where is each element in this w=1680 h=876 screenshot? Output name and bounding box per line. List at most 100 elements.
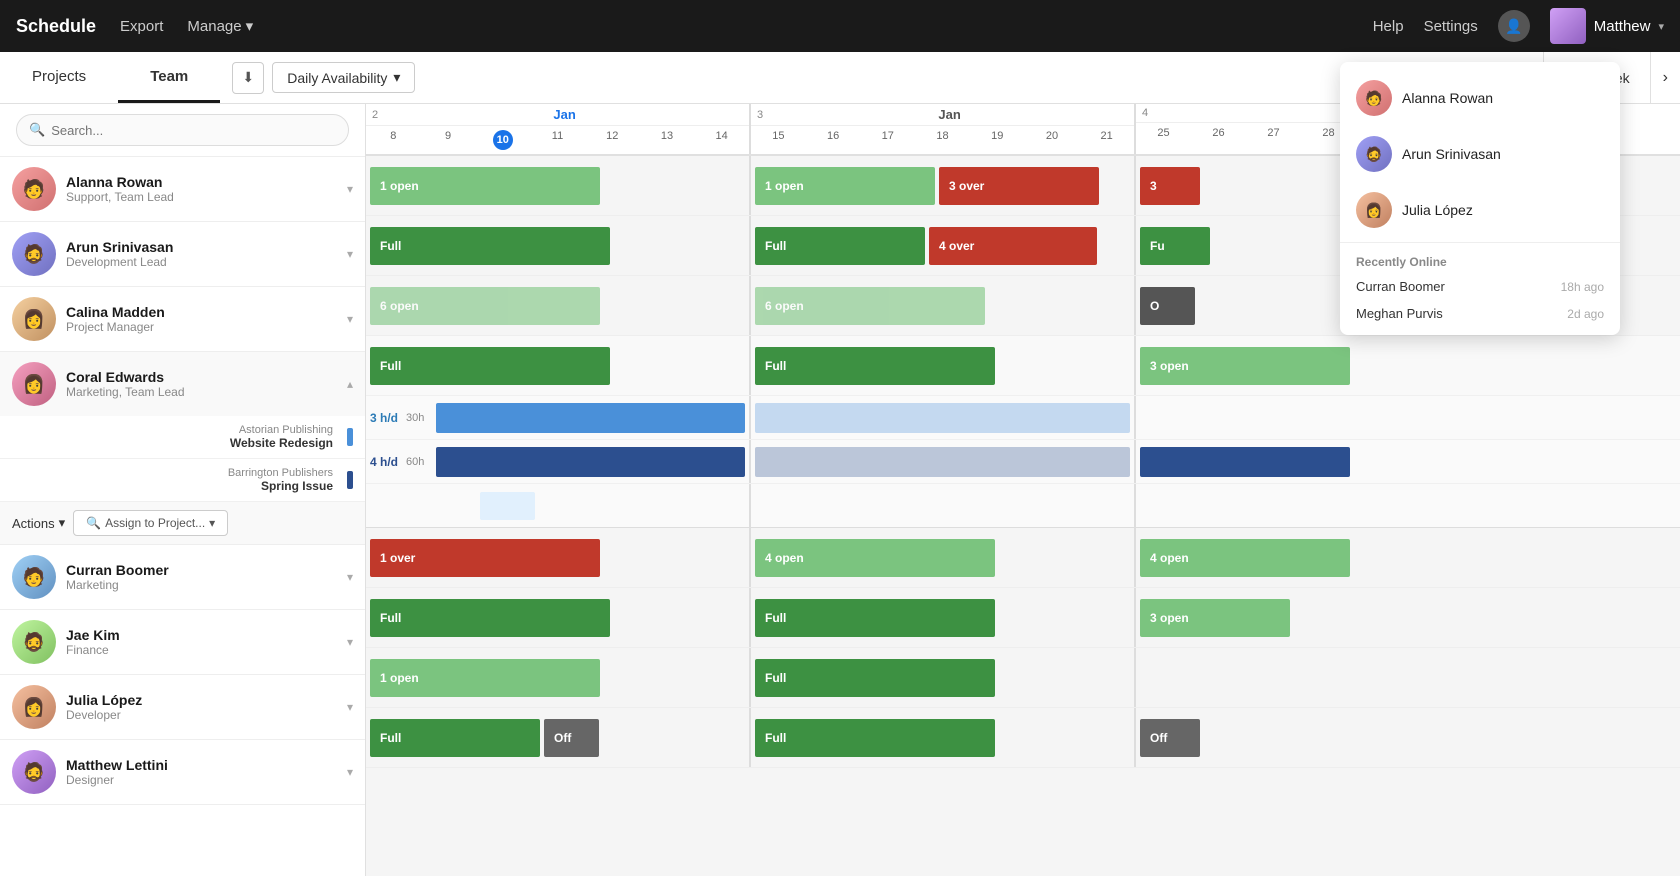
coral-avail-week2 [751, 484, 1136, 527]
dropdown-recent-curran[interactable]: Curran Boomer 18h ago [1340, 273, 1620, 300]
member-chevron-jae: ▾ [347, 635, 353, 649]
help-link[interactable]: Help [1373, 18, 1404, 35]
dropdown-avatar-arun: 🧔 [1356, 136, 1392, 172]
member-row-curran[interactable]: 🧑 Curran Boomer Marketing ▾ [0, 545, 365, 609]
dropdown-recent-meghan[interactable]: Meghan Purvis 2d ago [1340, 300, 1620, 327]
project-dot-2 [347, 471, 353, 489]
member-role-arun: Development Lead [66, 255, 337, 269]
actions-row: Actions ▾ 🔍 Assign to Project... ▾ [0, 502, 365, 544]
jae-week1: Full [366, 588, 751, 647]
member-row-alanna[interactable]: 🧑 Alanna Rowan Support, Team Lead ▾ [0, 157, 365, 221]
coral-w3-bar: 3 open [1140, 347, 1350, 385]
user-icon[interactable]: 👤 [1498, 10, 1530, 42]
avatar-alanna: 🧑 [12, 167, 56, 211]
dropdown-user-alanna[interactable]: 🧑 Alanna Rowan [1340, 70, 1620, 126]
matthew-w2-bar: Full [755, 719, 995, 757]
matthew-w1a-bar: Full [370, 719, 540, 757]
sub-nav-middle: ⬇ Daily Availability ▾ [220, 62, 427, 94]
member-row-calina[interactable]: 👩 Calina Madden Project Manager ▾ [0, 287, 365, 351]
member-chevron-calina: ▾ [347, 312, 353, 326]
member-info-calina: Calina Madden Project Manager [66, 304, 337, 334]
member-chevron-matthew: ▾ [347, 765, 353, 779]
coral-website-w1-label: 3 h/d [370, 411, 398, 425]
avatar-jae: 🧔 [12, 620, 56, 664]
dropdown-name-arun: Arun Srinivasan [1402, 146, 1501, 162]
arun-w3-bar: Fu [1140, 227, 1210, 265]
calina-week3: O [1136, 276, 1356, 335]
curran-week2: 4 open [751, 528, 1136, 587]
member-info-curran: Curran Boomer Marketing [66, 562, 337, 592]
alanna-w2b-bar: 3 over [939, 167, 1099, 205]
member-row-matthew[interactable]: 🧔 Matthew Lettini Designer ▾ [0, 740, 365, 804]
tab-group: Projects Team [0, 52, 220, 103]
coral-avail-week1 [366, 484, 751, 527]
dropdown-divider [1340, 242, 1620, 243]
week2-days: 15 16 17 18 19 20 21 [751, 126, 1134, 146]
member-section-alanna: 🧑 Alanna Rowan Support, Team Lead ▾ [0, 157, 365, 222]
cal-row-matthew: Full Off Full Off [366, 708, 1680, 768]
manage-link[interactable]: Manage ▾ [187, 17, 253, 35]
coral-website-week2 [751, 396, 1136, 439]
alanna-w2a-bar: 1 open [755, 167, 935, 205]
actions-button[interactable]: Actions ▾ [12, 515, 65, 531]
arun-week1: Full [366, 216, 751, 275]
member-row-jae[interactable]: 🧔 Jae Kim Finance ▾ [0, 610, 365, 674]
assign-button[interactable]: 🔍 Assign to Project... ▾ [73, 510, 228, 536]
day-12: 12 [585, 126, 640, 154]
coral-spring-w3-bar [1140, 447, 1350, 477]
day-27: 27 [1246, 123, 1301, 143]
manage-chevron-icon: ▾ [246, 17, 254, 35]
alanna-w3-bar: 3 [1140, 167, 1200, 205]
member-row-coral[interactable]: 👩 Coral Edwards Marketing, Team Lead ▴ [0, 352, 365, 416]
tab-team[interactable]: Team [118, 52, 220, 103]
julia-w1-bar: 1 open [370, 659, 600, 697]
julia-week1: 1 open [366, 648, 751, 707]
collapse-button[interactable]: ⬇ [232, 62, 264, 94]
day-10-today: 10 [475, 126, 530, 154]
search-input[interactable] [51, 123, 336, 138]
day-18: 18 [915, 126, 970, 146]
jae-week3: 3 open [1136, 588, 1356, 647]
julia-w2-bar: Full [755, 659, 995, 697]
member-section-calina: 👩 Calina Madden Project Manager ▾ [0, 287, 365, 352]
matthew-week1: Full Off [366, 708, 751, 767]
jae-w3-bar: 3 open [1140, 599, 1290, 637]
calina-week2: 6 open [751, 276, 1136, 335]
user-menu[interactable]: Matthew ▾ [1550, 8, 1664, 44]
project-dot-1 [347, 428, 353, 446]
dropdown-user-arun[interactable]: 🧔 Arun Srinivasan [1340, 126, 1620, 182]
member-chevron-coral: ▴ [347, 377, 353, 391]
coral-week1: Full [366, 336, 751, 395]
project-company-1: Astorian Publishing [60, 424, 333, 436]
member-row-julia[interactable]: 👩 Julia López Developer ▾ [0, 675, 365, 739]
user-chevron-icon: ▾ [1658, 20, 1664, 33]
jae-w2-bar: Full [755, 599, 995, 637]
dropdown-recent-name-meghan: Meghan Purvis [1356, 306, 1443, 321]
dropdown-user-julia[interactable]: 👩 Julia López [1340, 182, 1620, 238]
export-link[interactable]: Export [120, 18, 163, 35]
member-role-coral: Marketing, Team Lead [66, 385, 337, 399]
matthew-week3: Off [1136, 708, 1356, 767]
avatar-curran: 🧑 [12, 555, 56, 599]
cal-row-curran: 1 over 4 open 4 open [366, 528, 1680, 588]
top-nav: Schedule Export Manage ▾ Help Settings 👤… [0, 0, 1680, 52]
day-19: 19 [970, 126, 1025, 146]
dropdown-recent-name-curran: Curran Boomer [1356, 279, 1445, 294]
availability-button[interactable]: Daily Availability ▾ [272, 62, 415, 93]
tab-projects[interactable]: Projects [0, 52, 118, 103]
project-row-spring: Barrington Publishers Spring Issue [0, 459, 365, 502]
dropdown-recent-time-curran: 18h ago [1561, 280, 1604, 294]
curran-w2-bar: 4 open [755, 539, 995, 577]
coral-website-w1-hours: 30h [406, 412, 424, 424]
settings-link[interactable]: Settings [1424, 18, 1478, 35]
member-info-alanna: Alanna Rowan Support, Team Lead [66, 174, 337, 204]
day-11: 11 [530, 126, 585, 154]
next-week-button[interactable]: › [1650, 52, 1680, 103]
coral-w2-bar: Full [755, 347, 995, 385]
member-row-arun[interactable]: 🧔 Arun Srinivasan Development Lead ▾ [0, 222, 365, 286]
cal-row-coral-spring: 4 h/d 60h [366, 440, 1680, 484]
cal-row-julia: 1 open Full [366, 648, 1680, 708]
coral-website-week1: 3 h/d 30h [366, 396, 751, 439]
jae-week2: Full [751, 588, 1136, 647]
week1-header: 2 Jan 8 9 10 11 12 13 14 [366, 104, 751, 154]
